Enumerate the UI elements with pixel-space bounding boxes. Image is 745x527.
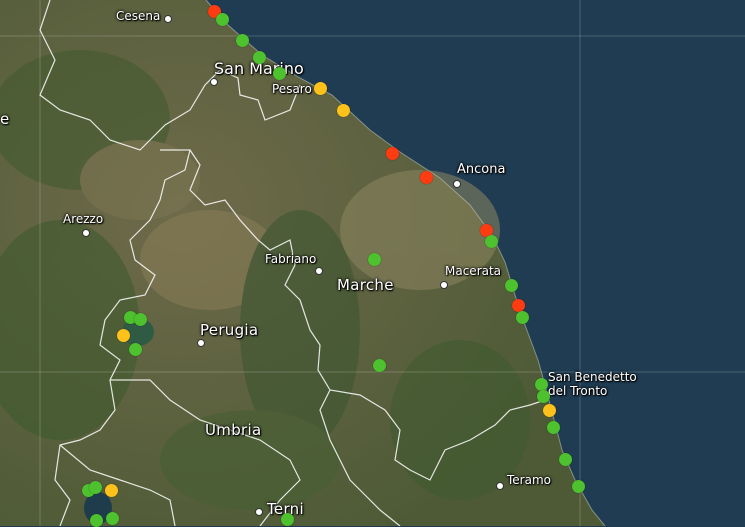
station-marker-green[interactable]	[215, 12, 229, 26]
station-marker-green[interactable]	[272, 66, 286, 80]
label-san-benedetto-1: San Benedetto	[548, 370, 637, 384]
station-marker-green[interactable]	[128, 342, 142, 356]
station-marker-yellow[interactable]	[313, 81, 327, 95]
station-marker-green[interactable]	[571, 479, 585, 493]
city-pin-san-marino	[210, 78, 218, 86]
station-marker-green[interactable]	[105, 511, 119, 525]
label-ancona: Ancona	[457, 162, 506, 177]
station-marker-yellow[interactable]	[336, 103, 350, 117]
city-pin-terni	[255, 508, 263, 516]
station-marker-yellow[interactable]	[542, 403, 556, 417]
station-marker-yellow[interactable]	[116, 328, 130, 342]
station-marker-green[interactable]	[89, 513, 103, 527]
city-pin-teramo	[496, 482, 504, 490]
station-marker-red[interactable]	[511, 298, 525, 312]
station-marker-green[interactable]	[88, 480, 102, 494]
station-marker-green[interactable]	[484, 234, 498, 248]
label-cesena: Cesena	[116, 9, 161, 23]
station-marker-green[interactable]	[534, 377, 548, 391]
station-marker-green[interactable]	[235, 33, 249, 47]
station-marker-green[interactable]	[558, 452, 572, 466]
city-pin-arezzo	[82, 229, 90, 237]
label-pesaro: Pesaro	[272, 82, 312, 96]
station-marker-red[interactable]	[385, 146, 399, 160]
station-marker-red[interactable]	[419, 170, 433, 184]
city-pin-ancona	[453, 180, 461, 188]
station-marker-green[interactable]	[252, 50, 266, 64]
station-marker-green[interactable]	[536, 389, 550, 403]
city-pin-fabriano	[315, 267, 323, 275]
station-marker-green[interactable]	[133, 312, 147, 326]
station-marker-green[interactable]	[372, 358, 386, 372]
label-arezzo: Arezzo	[63, 212, 104, 226]
city-pin-perugia	[197, 339, 205, 347]
station-marker-green[interactable]	[546, 420, 560, 434]
station-marker-yellow[interactable]	[104, 483, 118, 497]
label-san-benedetto-2: del Tronto	[548, 384, 608, 398]
city-pin-macerata	[440, 281, 448, 289]
city-pin-cesena	[164, 15, 172, 23]
label-marche: Marche	[337, 276, 394, 294]
label-teramo: Teramo	[507, 473, 551, 487]
label-edge-e: e	[0, 110, 10, 128]
station-marker-green[interactable]	[367, 252, 381, 266]
label-fabriano: Fabriano	[265, 252, 317, 266]
label-macerata: Macerata	[445, 264, 502, 278]
label-perugia: Perugia	[200, 321, 259, 339]
label-umbria: Umbria	[205, 421, 262, 439]
station-marker-green[interactable]	[280, 512, 294, 526]
station-marker-green[interactable]	[515, 310, 529, 324]
station-marker-green[interactable]	[504, 278, 518, 292]
